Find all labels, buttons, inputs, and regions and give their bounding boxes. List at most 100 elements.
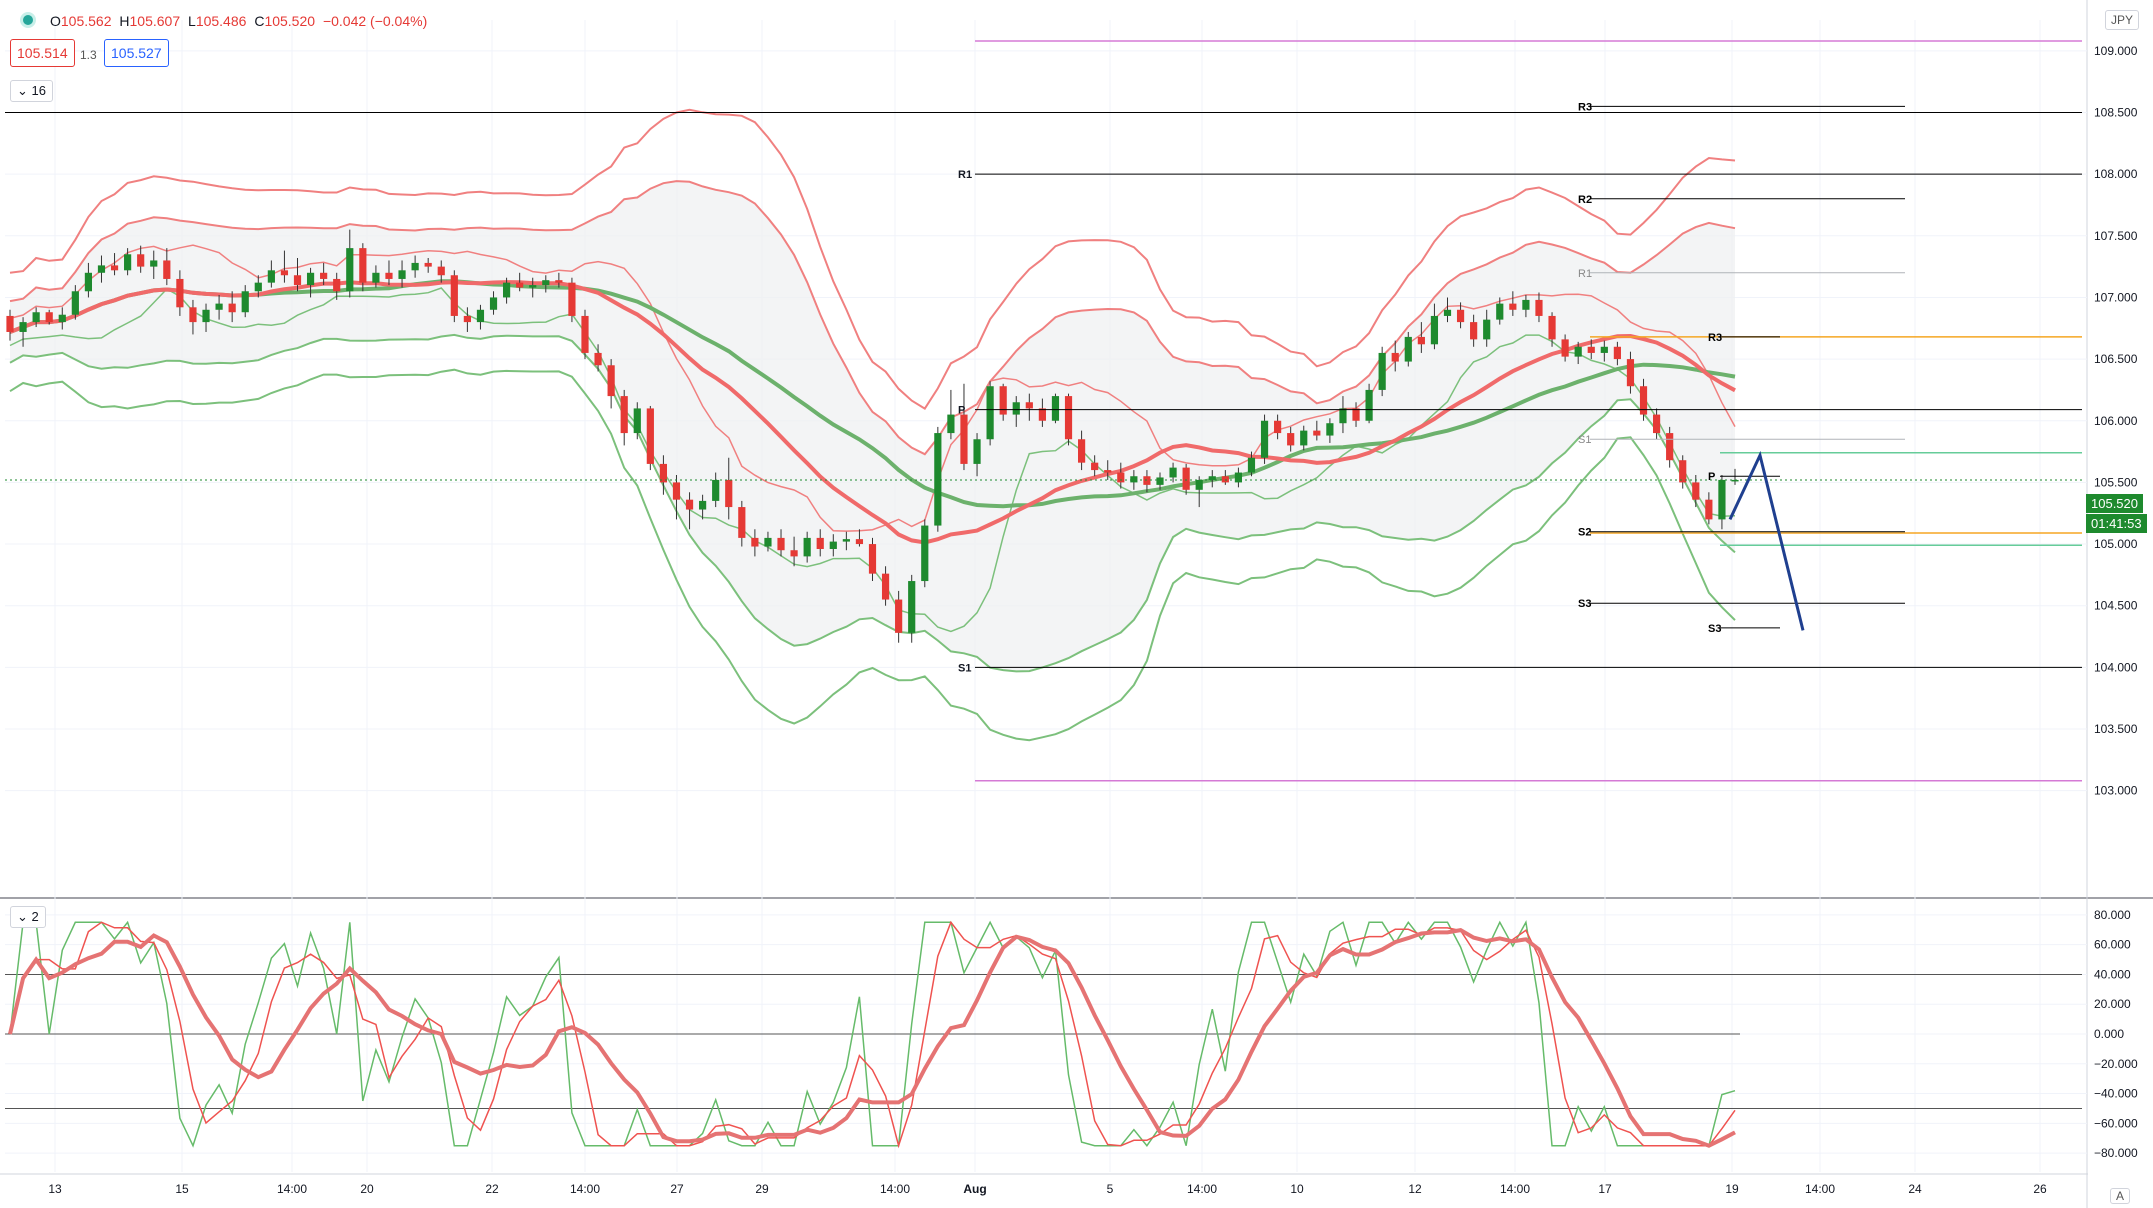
candle-body [581,315,589,353]
candle-body [437,266,445,276]
currency-label[interactable]: JPY [2105,10,2140,30]
buy-button[interactable]: 105.527 [104,39,169,67]
candle-body [1038,408,1046,421]
candle-body [1182,467,1190,490]
price-tick-label: 104.500 [2094,599,2138,613]
time-tick-label: 22 [485,1182,499,1196]
candle-body [241,291,249,313]
candle-body [1051,396,1060,421]
candle-body [1404,336,1412,362]
candle-body [947,414,955,434]
time-tick-label: 15 [175,1182,189,1196]
candle-body [450,275,458,316]
candle-body [1548,315,1556,340]
candle-body [97,265,106,273]
high-value: 105.607 [129,13,181,29]
candle-body [463,315,471,323]
candle-body [725,479,733,508]
candle-body [1626,359,1635,387]
time-tick-label: 14:00 [1500,1182,1530,1196]
candle-body [1483,319,1491,340]
candle-body [19,322,27,332]
candle-body [254,282,262,292]
candle-body [137,254,145,267]
candle-body [84,272,93,292]
candle-body [803,537,811,557]
candle-body [568,282,576,316]
candle-body [516,282,524,288]
candle-body [1247,457,1256,473]
candle-body [1208,476,1216,480]
candle-body [1430,315,1439,345]
candle-body [816,537,824,549]
spread-value: 1.3 [80,48,97,62]
close-value: 105.520 [264,13,316,29]
candle-body [594,352,602,366]
candle-body [215,303,223,310]
candle-body [1574,346,1582,357]
candle-body [1679,460,1687,483]
candle-body [228,303,236,313]
ohlc-legend: O105.562 H105.607 L105.486 C105.520 −0.0… [50,13,431,29]
change-value: −0.042 (−0.04%) [322,13,428,29]
candle-body [1025,402,1033,409]
candle-body [45,312,53,323]
candle-body [385,272,393,279]
close-label: C [254,13,265,29]
candle-body [607,365,615,397]
osc-indicators-toggle[interactable]: ⌄ 2 [10,906,46,928]
candle-body [1234,472,1243,483]
candle-body [672,482,681,500]
candle-body [751,537,759,547]
osc-tick-label: 80.000 [2094,908,2131,922]
candle-body [267,270,275,283]
time-tick-label: 14:00 [1805,1182,1835,1196]
candle-body [320,272,328,279]
candle-body [1012,402,1020,415]
candle-body [411,262,419,271]
price-chart[interactable]: 109.000 108.500 108.000 107.500 107.000 106.5… [0,0,2153,1208]
candle-body [646,408,654,464]
bollinger-fill [10,181,1735,672]
auto-scale-button[interactable]: A [2110,1188,2131,1204]
candle-body [1091,462,1099,471]
candle-body [620,396,628,434]
pivot-label-r1: R1 [958,169,972,181]
price-tick-label: 107.500 [2094,229,2138,243]
candle-body [973,439,981,464]
sell-button[interactable]: 105.514 [10,39,75,67]
time-tick-label: 20 [360,1182,374,1196]
candle-body [306,272,315,286]
candle-body [921,525,929,582]
pivot-label-s1: S1 [958,662,971,674]
candle-body [424,262,432,267]
pivot-label-right-r3: R3 [1708,332,1722,344]
main-indicators-toggle[interactable]: ⌄ 16 [10,80,53,102]
candle-body [855,539,864,545]
time-tick-label: 17 [1598,1182,1612,1196]
price-tick-label: 106.500 [2094,352,2138,366]
candle-body [189,307,197,323]
time-tick-label: 24 [1908,1182,1922,1196]
osc-tick-label: 20.000 [2094,997,2131,1011]
osc-tick-label: 60.000 [2094,938,2131,952]
pivot-label-right-s3: S3 [1578,598,1591,610]
candle-body [476,309,485,323]
osc-tick-label: −20.000 [2094,1057,2138,1071]
osc-tick-label: −40.000 [2094,1087,2138,1101]
candle-body [1522,299,1530,310]
candle-body [699,500,707,510]
candle-body [1600,346,1608,353]
low-label: L [188,13,196,29]
candle-body [372,272,380,283]
candle-body [1391,352,1399,362]
time-tick-label: 19 [1725,1182,1739,1196]
price-tick-label: 108.500 [2094,105,2138,119]
candle-body [1443,309,1452,316]
candle-body [1692,482,1700,500]
price-tick-label: 104.000 [2094,660,2138,674]
chart-root: 109.000 108.500 108.000 107.500 107.000 106.5… [0,0,2153,1208]
time-tick-label: 12 [1408,1182,1422,1196]
candle-body [1652,414,1661,434]
osc-indicator-count: 2 [31,909,39,924]
